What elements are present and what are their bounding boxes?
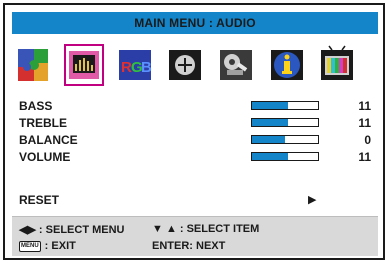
menu-key-icon: MENU [19, 240, 41, 252]
position-icon [169, 50, 201, 80]
reset-item[interactable]: RESET ▶ [19, 193, 375, 209]
help-select-item: ▼ ▲ : SELECT ITEM [152, 223, 259, 235]
reset-label: RESET [19, 193, 60, 207]
help-enter-next-text: ENTER: NEXT [152, 240, 226, 252]
tab-position[interactable] [166, 45, 204, 85]
tab-picture[interactable] [15, 45, 53, 85]
balance-slider[interactable] [251, 135, 319, 144]
audio-icon [69, 51, 99, 79]
osd-menu-window: MAIN MENU : AUDIO R G B BASS 11 TREBLE 1… [3, 3, 385, 260]
setting-value: 0 [364, 133, 371, 147]
help-exit: MENU : EXIT [19, 240, 76, 252]
setting-label: BASS [19, 99, 53, 113]
left-right-arrows-icon: ◀▶ [19, 224, 36, 236]
tab-setup[interactable] [217, 45, 255, 85]
help-select-item-text: : SELECT ITEM [179, 223, 260, 235]
treble-slider[interactable] [251, 118, 319, 127]
rgb-icon: R G B [119, 50, 152, 80]
picture-icon [18, 49, 48, 81]
svg-text:B: B [141, 59, 152, 76]
tab-tv[interactable] [318, 45, 356, 85]
bass-slider[interactable] [251, 101, 319, 110]
setting-label: BALANCE [19, 133, 78, 147]
slider-fill [252, 119, 289, 126]
help-select-menu: ◀▶ : SELECT MENU [19, 223, 125, 237]
tab-information[interactable] [268, 45, 306, 85]
setting-treble[interactable]: TREBLE 11 [19, 115, 375, 132]
right-arrow-icon: ▶ [308, 194, 317, 206]
slider-fill [252, 102, 289, 109]
tab-audio[interactable] [64, 44, 104, 86]
down-up-arrows-icon: ▼ ▲ [152, 223, 177, 235]
tab-rgb[interactable]: R G B [116, 45, 154, 85]
setting-volume[interactable]: VOLUME 11 [19, 149, 375, 166]
setting-value: 11 [358, 150, 371, 164]
setting-label: VOLUME [19, 150, 71, 164]
menu-title-bar: MAIN MENU : AUDIO [12, 12, 378, 34]
slider-fill [252, 153, 289, 160]
help-exit-text: : EXIT [44, 240, 76, 252]
help-bar: ◀▶ : SELECT MENU MENU : EXIT ▼ ▲ : SELEC… [12, 216, 378, 256]
tv-icon [321, 45, 353, 80]
slider-fill [252, 136, 285, 143]
menu-title: MAIN MENU : AUDIO [134, 16, 256, 30]
setting-value: 11 [358, 116, 371, 130]
help-select-menu-text: : SELECT MENU [38, 223, 125, 236]
audio-settings-list: BASS 11 TREBLE 11 BALANCE 0 VOLUME 11 [19, 98, 375, 166]
menu-icon-row: R G B [5, 44, 387, 87]
help-enter-next: ENTER: NEXT [152, 240, 225, 252]
setting-value: 11 [358, 99, 371, 113]
setting-bass[interactable]: BASS 11 [19, 98, 375, 115]
setting-balance[interactable]: BALANCE 0 [19, 132, 375, 149]
setup-icon [220, 50, 252, 80]
volume-slider[interactable] [251, 152, 319, 161]
information-icon [271, 50, 303, 80]
setting-label: TREBLE [19, 116, 67, 130]
